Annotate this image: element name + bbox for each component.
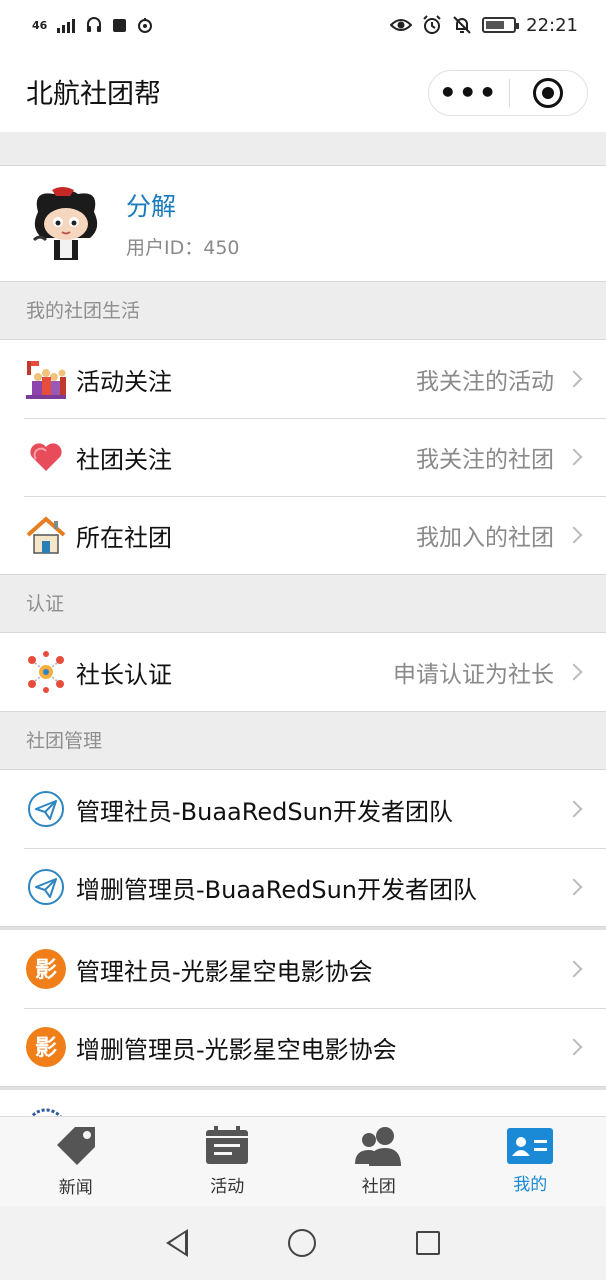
cell-label: 管理社员-光影星空电影协会 xyxy=(76,957,373,986)
chevron-right-icon xyxy=(565,448,583,466)
target-icon xyxy=(533,78,564,108)
battery-icon xyxy=(482,17,520,33)
club-seal-icon xyxy=(24,1107,68,1116)
svg-text:影: 影 xyxy=(35,958,57,983)
paper-plane-icon xyxy=(24,787,68,831)
section-title-club-life: 我的社团生活 xyxy=(0,282,606,340)
cell-label: 增删管理员-光影星空电影协会 xyxy=(76,1035,397,1064)
cell-label: 活动关注 xyxy=(76,367,172,396)
cell-manage-members-buaaredsun[interactable]: 管理社员-BuaaRedSun开发者团队 xyxy=(0,770,606,848)
profile-card[interactable]: 分解 用户ID：450 xyxy=(0,166,606,282)
film-logo-icon: 影 xyxy=(24,1025,68,1069)
chevron-right-icon xyxy=(565,370,583,388)
section-title-club-management: 社团管理 xyxy=(0,712,606,770)
chevron-right-icon xyxy=(565,960,583,978)
paper-plane-icon xyxy=(24,865,68,909)
calendar-icon xyxy=(206,1126,249,1164)
system-nav-bar xyxy=(0,1206,606,1280)
tab-clubs[interactable]: 社团 xyxy=(303,1117,455,1206)
tab-label: 活动 xyxy=(210,1177,245,1197)
cell-value: 申请认证为社长 xyxy=(393,662,554,688)
cell-manage-admins-buaaredsun[interactable]: 增删管理员-BuaaRedSun开发者团队 xyxy=(0,848,606,926)
avatar xyxy=(24,182,108,266)
headset-icon xyxy=(87,17,102,32)
profile-card-icon xyxy=(507,1128,554,1164)
management-group-buaaredsun: 管理社员-BuaaRedSun开发者团队 增删管理员-BuaaRedSun开发者… xyxy=(0,770,606,927)
cell-label: 社团关注 xyxy=(76,445,172,474)
cell-my-clubs[interactable]: 所在社团 我加入的社团 xyxy=(0,496,606,574)
chevron-right-icon xyxy=(565,663,583,681)
mini-program-capsule: ••• xyxy=(428,70,588,116)
profile-info: 分解 用户ID：450 xyxy=(126,187,240,260)
profile-name: 分解 xyxy=(126,192,177,221)
event-crowd-icon xyxy=(24,357,68,401)
tab-activities[interactable]: 活动 xyxy=(152,1117,304,1206)
tab-label: 社团 xyxy=(361,1177,396,1197)
back-triangle-icon[interactable] xyxy=(166,1229,188,1257)
nav-bar: 北航社团帮 ••• xyxy=(0,50,606,132)
cell-manage-admins-film[interactable]: 影 增删管理员-光影星空电影协会 xyxy=(0,1008,606,1086)
heart-icon xyxy=(24,435,68,479)
svg-text:影: 影 xyxy=(35,1036,57,1061)
certification-group: 社长认证 申请认证为社长 xyxy=(0,633,606,712)
eye-icon xyxy=(390,19,413,31)
sync-icon xyxy=(138,18,153,33)
cell-label: 管理社员-BuaaRedSun开发者团队 xyxy=(76,797,454,826)
cell-label: 社长认证 xyxy=(76,660,172,689)
chevron-right-icon xyxy=(565,1038,583,1056)
cell-manage-members-film[interactable]: 影 管理社员-光影星空电影协会 xyxy=(0,930,606,1008)
management-group-film: 影 管理社员-光影星空电影协会 影 增删管理员-光影星空电影协会 xyxy=(0,930,606,1087)
chevron-right-icon xyxy=(565,878,583,896)
stop-icon xyxy=(113,18,127,32)
alarm-icon xyxy=(423,15,441,34)
tab-news[interactable]: 新闻 xyxy=(0,1117,152,1206)
cell-value: 我关注的社团 xyxy=(416,447,554,473)
cell-event-follow[interactable]: 活动关注 我关注的活动 xyxy=(0,340,606,418)
house-icon xyxy=(24,513,68,557)
network-type: 46 xyxy=(32,18,48,32)
tab-bar: 新闻 活动 社团 我的 xyxy=(0,1116,606,1206)
status-right: 22:21 xyxy=(390,15,578,36)
cell-value: 我关注的活动 xyxy=(416,369,554,395)
tab-mine[interactable]: 我的 xyxy=(455,1117,606,1206)
section-title-certification: 认证 xyxy=(0,575,606,633)
home-circle-icon[interactable] xyxy=(288,1229,316,1257)
cell-value: 我加入的社团 xyxy=(416,525,554,551)
avatar-octocat-icon xyxy=(32,186,98,260)
film-logo-icon: 影 xyxy=(24,947,68,991)
tab-label: 新闻 xyxy=(58,1178,93,1198)
signal-icon xyxy=(57,17,76,33)
cell-label: 所在社团 xyxy=(76,523,172,552)
chevron-right-icon xyxy=(565,800,583,818)
recent-apps-square-icon[interactable] xyxy=(416,1231,440,1255)
tab-label: 我的 xyxy=(513,1175,548,1195)
cell-club-follow[interactable]: 社团关注 我关注的社团 xyxy=(0,418,606,496)
tag-icon xyxy=(56,1127,95,1165)
club-life-group: 活动关注 我关注的活动 社团关注 我关注的社团 所在社团 我加入的社团 xyxy=(0,340,606,575)
main-content: 分解 用户ID：450 我的社团生活 活动关注 我关注的活动 社团关注 我关注的… xyxy=(0,132,606,1116)
chevron-right-icon xyxy=(565,526,583,544)
cell-partial[interactable] xyxy=(0,1090,606,1116)
people-icon xyxy=(354,1127,401,1166)
profile-user-id: 用户ID：450 xyxy=(126,237,240,259)
clock-time: 22:21 xyxy=(526,14,578,36)
cell-leader-cert[interactable]: 社长认证 申请认证为社长 xyxy=(0,633,606,711)
bell-off-icon xyxy=(453,16,471,34)
management-group-partial xyxy=(0,1090,606,1116)
page-title: 北航社团帮 xyxy=(26,78,161,110)
leader-network-icon xyxy=(24,650,68,694)
cell-label: 增删管理员-BuaaRedSun开发者团队 xyxy=(76,875,478,904)
more-menu-button[interactable]: ••• xyxy=(429,70,509,116)
spacer xyxy=(0,132,606,166)
status-left: 46 xyxy=(32,16,154,34)
status-bar: 46 22:21 xyxy=(0,0,606,50)
close-mini-program-button[interactable] xyxy=(510,78,588,108)
